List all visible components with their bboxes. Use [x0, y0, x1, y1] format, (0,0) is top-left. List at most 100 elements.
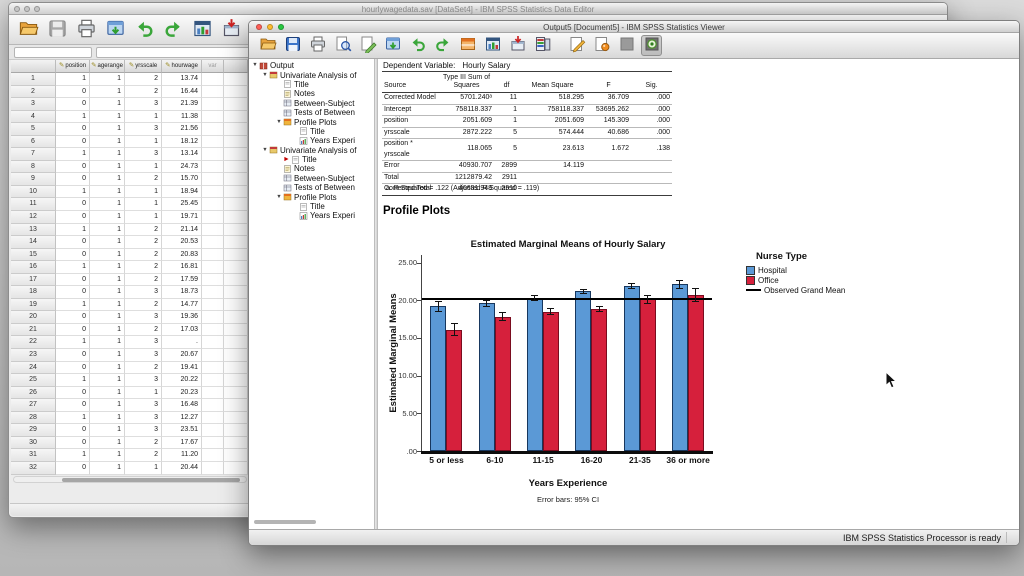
- grid-cell[interactable]: [224, 374, 248, 387]
- grid-cell[interactable]: 3: [125, 98, 162, 111]
- row-header-5[interactable]: 5: [11, 123, 56, 136]
- tree-item-notes[interactable]: Notes: [249, 89, 374, 98]
- grid-cell[interactable]: [202, 399, 224, 412]
- grid-cell[interactable]: 13.14: [162, 148, 202, 161]
- grid-cell[interactable]: [224, 461, 248, 475]
- row-header-24[interactable]: 24: [11, 361, 56, 375]
- grid-cell[interactable]: 1: [90, 273, 125, 287]
- export-output-button[interactable]: [357, 35, 378, 56]
- row-header-32[interactable]: 32: [11, 461, 56, 475]
- grid-cell[interactable]: 3: [125, 123, 162, 136]
- grid-cell[interactable]: [224, 386, 248, 400]
- grid-cell[interactable]: 0: [56, 323, 90, 337]
- grid-cell[interactable]: 1: [90, 85, 125, 99]
- grid-cell[interactable]: 0: [56, 386, 90, 400]
- grid-cell[interactable]: 3: [125, 424, 162, 437]
- grid-cell[interactable]: 1: [56, 110, 90, 124]
- grid-cell[interactable]: [224, 411, 248, 425]
- grid-cell[interactable]: 2: [125, 173, 162, 186]
- grid-cell[interactable]: 1: [90, 349, 125, 362]
- grid-cell[interactable]: 1: [56, 148, 90, 161]
- print-button[interactable]: [74, 18, 98, 42]
- grid-cell[interactable]: 1: [125, 211, 162, 224]
- grid-cell[interactable]: 0: [56, 424, 90, 437]
- grid-cell[interactable]: 1: [125, 110, 162, 124]
- column-header-hourwage[interactable]: ✎ hourwage: [162, 60, 202, 73]
- grid-cell[interactable]: 15.70: [162, 173, 202, 186]
- grid-cell[interactable]: 2: [125, 273, 162, 287]
- disclosure-triangle[interactable]: ▼: [275, 193, 283, 202]
- grid-cell[interactable]: 19.41: [162, 361, 202, 375]
- grid-cell[interactable]: 0: [56, 85, 90, 99]
- grid-cell[interactable]: 0: [56, 273, 90, 287]
- grid-cell[interactable]: 0: [56, 349, 90, 362]
- open-folder-button[interactable]: [257, 35, 278, 56]
- column-header-agerange[interactable]: ✎ agerange: [90, 60, 125, 73]
- row-header-31[interactable]: 31: [11, 449, 56, 462]
- grid-cell[interactable]: 24.73: [162, 160, 202, 174]
- grid-cell[interactable]: 21.56: [162, 123, 202, 136]
- grid-cell[interactable]: 0: [56, 248, 90, 262]
- grid-cell[interactable]: [224, 223, 248, 237]
- grid-cell[interactable]: 1: [90, 286, 125, 299]
- row-header-7[interactable]: 7: [11, 148, 56, 161]
- grid-cell[interactable]: 12.27: [162, 411, 202, 425]
- grid-cell[interactable]: 20.23: [162, 386, 202, 400]
- grid-cell[interactable]: 20.44: [162, 461, 202, 475]
- blank-button[interactable]: [616, 35, 637, 56]
- grid-cell[interactable]: [202, 185, 224, 199]
- disclosure-triangle[interactable]: ▼: [251, 61, 259, 70]
- grid-cell[interactable]: 1: [90, 223, 125, 237]
- resize-grip[interactable]: [1006, 532, 1016, 543]
- grid-cell[interactable]: 14.77: [162, 298, 202, 312]
- tree-item-output[interactable]: ▼ Output: [249, 61, 374, 70]
- row-header-9[interactable]: 9: [11, 173, 56, 186]
- grid-cell[interactable]: [202, 148, 224, 161]
- grid-cell[interactable]: 16.44: [162, 85, 202, 99]
- grid-cell[interactable]: [224, 248, 248, 262]
- grid-cell[interactable]: 2: [125, 261, 162, 274]
- grid-cell[interactable]: 1: [90, 185, 125, 199]
- grid-cell[interactable]: 1: [90, 449, 125, 462]
- tree-item-tests-of-between[interactable]: Tests of Between: [249, 183, 374, 192]
- grid-cell[interactable]: 1: [90, 98, 125, 111]
- chart-builder-button[interactable]: [190, 18, 214, 42]
- grid-cell[interactable]: 2: [125, 449, 162, 462]
- grid-cell[interactable]: 1: [56, 223, 90, 237]
- grid-cell[interactable]: 21.14: [162, 223, 202, 237]
- grid-cell[interactable]: 17.67: [162, 436, 202, 450]
- grid-cell[interactable]: 1: [90, 298, 125, 312]
- print-button[interactable]: [307, 35, 328, 56]
- grid-cell[interactable]: 1: [90, 436, 125, 450]
- row-header-10[interactable]: 10: [11, 185, 56, 199]
- grid-cell[interactable]: 1: [90, 411, 125, 425]
- grid-cell[interactable]: 1: [90, 424, 125, 437]
- grid-cell[interactable]: 1: [90, 386, 125, 400]
- grid-cell[interactable]: 1: [90, 374, 125, 387]
- grid-cell[interactable]: [202, 461, 224, 475]
- row-header-30[interactable]: 30: [11, 436, 56, 450]
- grid-cell[interactable]: [224, 160, 248, 174]
- grid-cell[interactable]: 1: [56, 298, 90, 312]
- grid-cell[interactable]: 20.67: [162, 349, 202, 362]
- grid-cell[interactable]: 11.38: [162, 110, 202, 124]
- grid-cell[interactable]: 2: [125, 85, 162, 99]
- row-header-8[interactable]: 8: [11, 160, 56, 174]
- grid-cell[interactable]: [224, 110, 248, 124]
- grid-cell[interactable]: 0: [56, 123, 90, 136]
- tree-item-years-experi[interactable]: Years Experi: [249, 211, 374, 220]
- grid-cell[interactable]: 19.36: [162, 311, 202, 324]
- grid-cell[interactable]: [224, 173, 248, 186]
- grid-cell[interactable]: 1: [90, 361, 125, 375]
- grid-cell[interactable]: 2: [125, 298, 162, 312]
- save-button[interactable]: [282, 35, 303, 56]
- goto-case-button[interactable]: [457, 35, 478, 56]
- show-variables-button[interactable]: [532, 35, 553, 56]
- grid-cell[interactable]: 0: [56, 436, 90, 450]
- row-header-21[interactable]: 21: [11, 323, 56, 337]
- grid-cell[interactable]: 1: [125, 386, 162, 400]
- grid-cell[interactable]: [224, 323, 248, 337]
- cell-reference-box[interactable]: [14, 47, 92, 58]
- grid-cell[interactable]: 0: [56, 311, 90, 324]
- row-header-1[interactable]: 1: [11, 73, 56, 86]
